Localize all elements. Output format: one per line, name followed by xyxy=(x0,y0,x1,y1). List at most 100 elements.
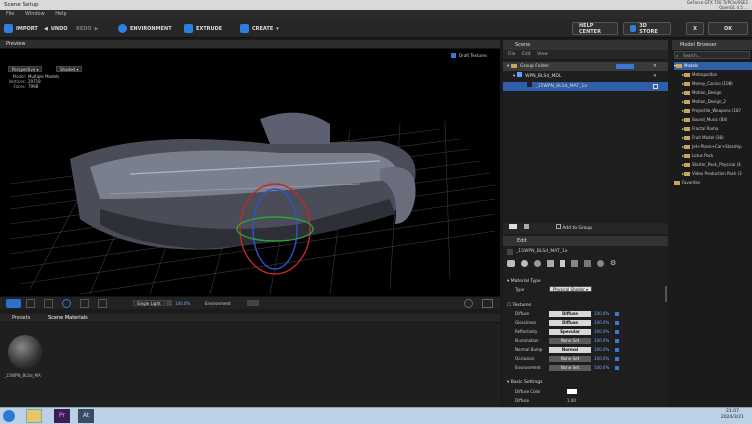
texture-row-glossiness[interactable]: Glossiness Diffuse 100.0% xyxy=(513,319,663,327)
close-icon[interactable]: ✕ xyxy=(653,62,657,71)
tab-presets[interactable]: Presets xyxy=(12,314,30,323)
texture-slot-button[interactable]: Specular xyxy=(549,329,591,335)
browser-item[interactable]: ▸ Motion_Design_2 xyxy=(682,98,726,106)
browser-item[interactable]: ▸ Fruit Model (38) xyxy=(682,134,724,142)
checkbox-icon[interactable] xyxy=(615,348,619,352)
3d-store-button[interactable]: 3D STORE xyxy=(623,22,671,35)
folder-add-icon[interactable] xyxy=(509,224,517,229)
checkbox-icon[interactable] xyxy=(653,84,658,89)
tree-row-material[interactable]: _15WPN_BLSd_MAT_1a xyxy=(503,82,668,91)
texture-slot-button[interactable]: Diffuse xyxy=(549,311,591,317)
app-icon[interactable]: At xyxy=(78,409,94,423)
texture-icon[interactable] xyxy=(547,260,554,267)
type-select[interactable]: Physical Shader ▾ xyxy=(549,286,592,292)
snap-tool-icon[interactable] xyxy=(98,299,107,308)
ok-button[interactable]: OK xyxy=(708,22,748,35)
extrude-button[interactable]: EXTRUDE xyxy=(184,22,222,35)
start-icon[interactable] xyxy=(3,410,15,422)
add-group-checkbox[interactable] xyxy=(555,224,561,229)
scrollbar[interactable] xyxy=(665,286,667,302)
browser-item[interactable]: ▸ Metropolitan xyxy=(682,71,717,79)
scene-menu-view[interactable]: View xyxy=(537,52,548,57)
explorer-icon[interactable] xyxy=(26,409,42,423)
checkbox-icon[interactable] xyxy=(615,339,619,343)
scene-menu-file[interactable]: File xyxy=(508,52,516,57)
premiere-icon[interactable]: Pr xyxy=(54,409,70,423)
record-icon[interactable] xyxy=(464,299,473,308)
camera-icon[interactable] xyxy=(6,299,21,308)
diffuse-value[interactable]: 1.00 xyxy=(567,398,576,403)
texture-slot-button[interactable]: None Set xyxy=(549,365,591,371)
environment-toggle[interactable] xyxy=(247,300,259,306)
select-tool-icon[interactable] xyxy=(26,299,35,308)
browser-item[interactable]: ▸ Projectile_Weapons (187 xyxy=(682,107,741,115)
texture-slot-button[interactable]: Diffuse xyxy=(549,320,591,326)
browser-item-models[interactable]: ▾ Models xyxy=(674,62,752,70)
import-button[interactable]: IMPORT xyxy=(4,22,38,35)
browser-item[interactable]: ▸ Fractal Rama xyxy=(682,125,718,133)
texture-row-environment[interactable]: Environment None Set 100.0% xyxy=(513,364,663,372)
browser-item[interactable]: ▸ Starter_Pack_Physical (4 xyxy=(682,161,741,169)
texture-row-occlusion[interactable]: Occlusion None Set 100.0% xyxy=(513,355,663,363)
tree-row-group[interactable]: ▾ Group Folder ✕ xyxy=(503,62,668,71)
light-color-swatch[interactable] xyxy=(166,300,172,306)
image-icon[interactable] xyxy=(507,260,515,267)
texture-slot-button[interactable]: None Set xyxy=(549,356,591,362)
browser-item-favorites[interactable]: Favorites xyxy=(674,179,700,187)
visibility-icon[interactable] xyxy=(524,224,530,229)
search-input[interactable]: Search... xyxy=(674,51,750,59)
texture-row-illumination[interactable]: Illumination None Set 100.0% xyxy=(513,337,663,345)
tab-scene-materials[interactable]: Scene Materials xyxy=(48,314,88,323)
browser-item[interactable]: ▸ Video Production Pack (3 xyxy=(682,170,742,178)
checkbox-icon[interactable] xyxy=(615,330,619,334)
shading-select[interactable]: Shaded ▾ xyxy=(56,66,83,72)
diffuse-color-swatch[interactable] xyxy=(567,389,577,394)
browser-item[interactable]: ▸ Sound_Music (84) xyxy=(682,116,727,124)
checkbox-icon[interactable] xyxy=(615,321,619,325)
view-mode-select[interactable]: Perspective ▾ xyxy=(8,66,43,72)
checkbox-icon[interactable] xyxy=(615,366,619,370)
screen-icon[interactable] xyxy=(482,299,493,308)
light-icon[interactable] xyxy=(560,260,565,267)
undo-button[interactable]: ◀ UNDO xyxy=(44,22,68,35)
record-icon[interactable] xyxy=(597,260,604,267)
shader-icon[interactable] xyxy=(534,260,541,267)
uv-icon[interactable] xyxy=(571,260,578,267)
light-select[interactable]: Single Light xyxy=(133,300,165,306)
3d-viewport[interactable]: Perspective ▾ Shaded ▾ Model: Multiple Mo… xyxy=(0,49,500,296)
draft-textures-toggle[interactable]: Draft Textures xyxy=(451,53,487,58)
checkbox-icon[interactable] xyxy=(615,312,619,316)
environment-button[interactable]: ENVIRONMENT xyxy=(118,22,172,35)
texture-slot-button[interactable]: Normal xyxy=(549,347,591,353)
browser-item[interactable]: ▸ Money_Casino (108) xyxy=(682,80,733,88)
checkbox-icon[interactable] xyxy=(615,357,619,361)
close-button[interactable]: X xyxy=(686,22,704,35)
light-intensity[interactable]: 100.0% xyxy=(175,299,190,308)
tree-row-model[interactable]: ▾ WPN_BLSd_MDL ✕ xyxy=(503,72,668,81)
texture-row-reflectivity[interactable]: Reflectivity Specular 100.0% xyxy=(513,328,663,336)
create-button[interactable]: CREATE ▾ xyxy=(240,22,279,35)
menu-window[interactable]: Window xyxy=(25,11,45,17)
rotate-tool-icon[interactable] xyxy=(62,299,71,308)
browser-item[interactable]: ▸ Lotus Pack xyxy=(682,152,713,160)
close-icon[interactable]: ✕ xyxy=(653,72,657,81)
visibility-toggle[interactable] xyxy=(616,64,634,69)
browser-item[interactable]: ▸ Jet+Plane+Car+Starship xyxy=(682,143,742,151)
sphere-icon[interactable] xyxy=(521,260,528,267)
help-center-button[interactable]: HELP CENTER xyxy=(572,22,618,35)
scale-tool-icon[interactable] xyxy=(80,299,89,308)
pattern-icon[interactable] xyxy=(584,260,591,267)
texture-row-normal-bump[interactable]: Normal Bump Normal 100.0% xyxy=(513,346,663,354)
material-thumbnail[interactable] xyxy=(8,335,42,369)
gear-icon[interactable]: ⚙ xyxy=(610,260,617,267)
move-tool-icon[interactable] xyxy=(44,299,53,308)
menu-file[interactable]: File xyxy=(6,11,14,17)
browser-item[interactable]: ▸ Motion_Design xyxy=(682,89,721,97)
menu-help[interactable]: Help xyxy=(55,11,66,17)
weapon-model[interactable] xyxy=(70,112,416,250)
chevron-down-icon: ▾ xyxy=(276,25,279,32)
scene-menu-edit[interactable]: Edit xyxy=(522,52,531,57)
texture-slot-button[interactable]: None Set xyxy=(549,338,591,344)
texture-row-diffuse[interactable]: Diffuse Diffuse 100.0% xyxy=(513,310,663,318)
redo-button[interactable]: REDO ▶ xyxy=(76,22,99,35)
